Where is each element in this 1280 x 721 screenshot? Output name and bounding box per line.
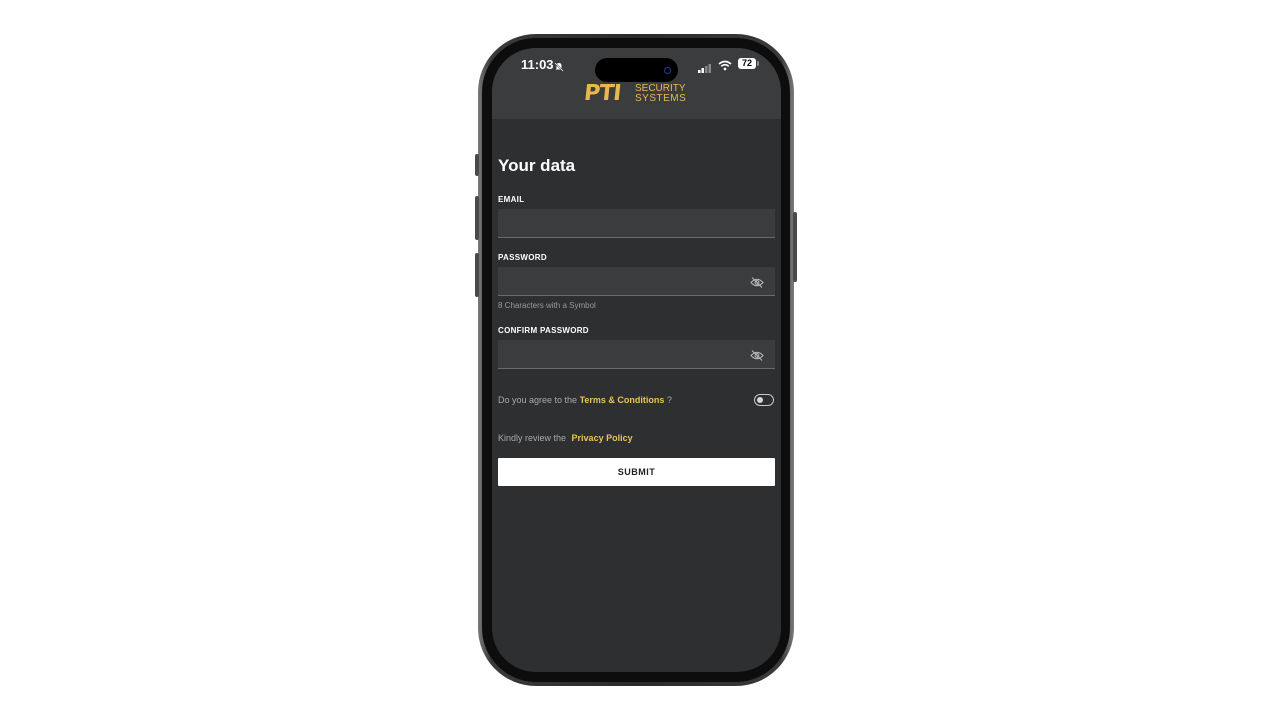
app-header: 11:03 72 PTI SECURITY SYSTEMS bbox=[492, 48, 781, 119]
privacy-prefix: Kindly review the bbox=[498, 433, 569, 443]
volume-down-button bbox=[475, 253, 479, 297]
toggle-knob bbox=[757, 397, 763, 403]
privacy-statement: Kindly review the Privacy Policy bbox=[498, 433, 633, 443]
privacy-policy-link[interactable]: Privacy Policy bbox=[572, 433, 633, 443]
wifi-icon bbox=[718, 58, 732, 76]
app-screen: 11:03 72 PTI SECURITY SYSTEMS Your data … bbox=[492, 48, 781, 672]
confirm-password-label: CONFIRM PASSWORD bbox=[498, 326, 589, 335]
logo-line-2: SYSTEMS bbox=[635, 93, 687, 104]
logo-mark: PTI bbox=[582, 81, 622, 106]
email-field-container bbox=[498, 209, 775, 238]
volume-up-button bbox=[475, 196, 479, 240]
terms-prefix: Do you agree to the bbox=[498, 395, 580, 405]
password-label: PASSWORD bbox=[498, 253, 547, 262]
terms-link[interactable]: Terms & Conditions bbox=[580, 395, 665, 405]
power-button bbox=[793, 212, 797, 282]
battery-tip bbox=[757, 61, 759, 66]
bell-slash-icon bbox=[554, 59, 564, 77]
signal-icon bbox=[698, 60, 712, 78]
email-label: EMAIL bbox=[498, 195, 525, 204]
status-time: 11:03 bbox=[521, 57, 554, 72]
camera-icon bbox=[664, 67, 671, 74]
battery-indicator: 72 bbox=[738, 58, 756, 69]
terms-toggle[interactable] bbox=[754, 394, 774, 406]
page-title: Your data bbox=[498, 156, 576, 175]
confirm-password-field-container bbox=[498, 340, 775, 369]
terms-suffix: ? bbox=[664, 395, 672, 405]
confirm-password-field[interactable] bbox=[498, 340, 775, 368]
eye-off-icon[interactable] bbox=[750, 348, 764, 366]
password-hint: 8 Characters with a Symbol bbox=[498, 301, 596, 310]
terms-statement: Do you agree to the Terms & Conditions ? bbox=[498, 395, 672, 405]
submit-button[interactable]: SUBMIT bbox=[498, 458, 775, 486]
eye-off-icon[interactable] bbox=[750, 275, 764, 293]
password-field[interactable] bbox=[498, 267, 775, 295]
email-field[interactable] bbox=[498, 209, 775, 237]
password-field-container bbox=[498, 267, 775, 296]
mute-switch bbox=[475, 154, 479, 176]
